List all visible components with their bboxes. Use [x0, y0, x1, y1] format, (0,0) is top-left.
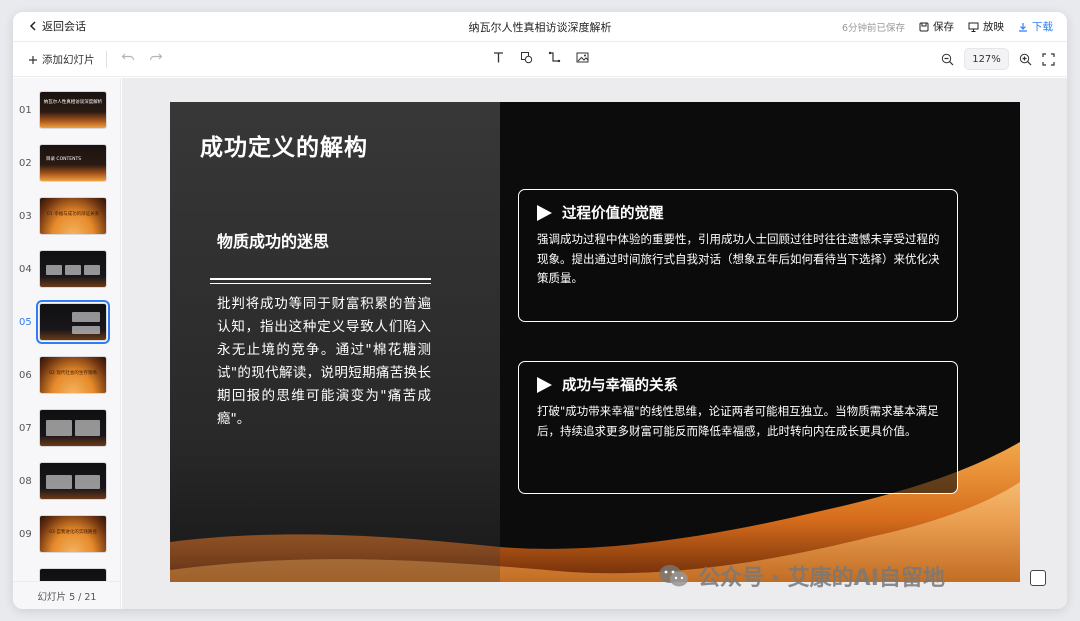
- top-bar: 返回会话 纳瓦尔人性真相访谈深度解析 6分钟前已保存 保存 放映 下载: [13, 12, 1067, 42]
- save-icon: [919, 22, 929, 31]
- download-button[interactable]: 下载: [1018, 19, 1053, 34]
- slide-title[interactable]: 成功定义的解构: [200, 128, 368, 162]
- thumbnail-number: 03: [19, 210, 32, 222]
- thumbnail-preview: 03 自我进化的实践路径: [39, 515, 107, 553]
- text-tool-icon[interactable]: [491, 50, 505, 64]
- thumbnail-preview: 01 幸福与成功的辩证关系: [39, 197, 107, 235]
- slide-thumbnail-06[interactable]: 06 02 现代社会的生存策略: [13, 353, 120, 397]
- shape-tool-icon[interactable]: [519, 50, 533, 64]
- thumbnail-number: 07: [19, 422, 32, 434]
- undo-icon[interactable]: [121, 50, 135, 64]
- thumbnail-preview: [39, 462, 107, 500]
- thumbnail-number: 04: [19, 263, 32, 275]
- wechat-icon: [659, 565, 688, 587]
- slide-page-indicator: 幻灯片 5 / 21: [13, 581, 120, 609]
- redo-icon[interactable]: [149, 50, 163, 64]
- image-tool-icon[interactable]: [575, 50, 589, 64]
- add-slide-button[interactable]: 添加幻灯片: [28, 52, 95, 67]
- card-title: 成功与幸福的关系: [562, 378, 678, 394]
- thumbnail-preview: [39, 409, 107, 447]
- connector-tool-icon[interactable]: [547, 50, 561, 64]
- notes-icon[interactable]: [1030, 570, 1046, 586]
- thumbnail-number: 06: [19, 369, 32, 381]
- zoom-level[interactable]: 127%: [964, 48, 1009, 70]
- slide-thumbnail-01[interactable]: 01 纳瓦尔人性真相访谈深度解析: [13, 88, 120, 132]
- content-card-2[interactable]: 成功与幸福的关系 打破"成功带来幸福"的线性思维，论证两者可能相互独立。当物质需…: [518, 361, 958, 494]
- thumbnail-caption: 纳瓦尔人性真相访谈深度解析: [43, 100, 103, 105]
- card-body: 强调成功过程中体验的重要性，引用成功人士回顾过往时往往遗憾未享受过程的现象。提出…: [537, 232, 940, 285]
- plus-icon: [29, 55, 37, 64]
- thumbnail-preview: [36, 300, 110, 344]
- watermark: 公众号 · 艾康的AI自留地: [658, 560, 945, 592]
- slide-thumbnail-03[interactable]: 03 01 幸福与成功的辩证关系: [13, 194, 120, 238]
- left-body-text[interactable]: 批判将成功等同于财富积累的普遍认知，指出这种定义导致人们陷入永无止境的竞争。通过…: [217, 293, 431, 431]
- thumbnail-number: 09: [19, 528, 32, 540]
- watermark-text: 公众号 · 艾康的AI自留地: [698, 566, 945, 591]
- divider-line: [210, 278, 431, 284]
- zoom-in-icon[interactable]: [1019, 53, 1032, 66]
- content-card-1[interactable]: 过程价值的觉醒 强调成功过程中体验的重要性，引用成功人士回顾过往时往往遗憾未享受…: [518, 189, 958, 322]
- thumbnail-preview: 02 现代社会的生存策略: [39, 356, 107, 394]
- thumbnail-caption: 目录 CONTENTS: [46, 157, 82, 162]
- thumbnail-number: 02: [19, 157, 32, 169]
- present-label: 放映: [983, 21, 1004, 33]
- thumbnail-number: 08: [19, 475, 32, 487]
- saved-status: 6分钟前已保存: [841, 22, 905, 34]
- slide-thumbnail-08[interactable]: 08: [13, 459, 120, 503]
- slide-canvas: 成功定义的解构 物质成功的迷思 批判将成功等同于财富积累的普遍认知，指出这种定义…: [122, 78, 1067, 609]
- download-label: 下载: [1032, 21, 1053, 33]
- editor-toolbar: 添加幻灯片 127%: [13, 42, 1067, 77]
- card-title: 过程价值的觉醒: [562, 206, 664, 222]
- add-slide-label: 添加幻灯片: [42, 54, 95, 66]
- thumbnail-preview: [39, 250, 107, 288]
- save-button[interactable]: 保存: [919, 19, 954, 34]
- present-button[interactable]: 放映: [968, 19, 1004, 34]
- thumbnail-number: 01: [19, 104, 32, 116]
- current-slide[interactable]: 成功定义的解构 物质成功的迷思 批判将成功等同于财富积累的普遍认知，指出这种定义…: [170, 102, 1020, 582]
- toolbar-divider: [106, 51, 107, 68]
- slide-thumbnail-07[interactable]: 07: [13, 406, 120, 450]
- slide-thumbnail-04[interactable]: 04: [13, 247, 120, 291]
- left-heading[interactable]: 物质成功的迷思: [217, 228, 329, 252]
- fullscreen-icon[interactable]: [1042, 52, 1055, 66]
- zoom-out-icon[interactable]: [941, 53, 954, 66]
- slide-thumbnail-09[interactable]: 09 03 自我进化的实践路径: [13, 512, 120, 556]
- thumbnail-preview: 纳瓦尔人性真相访谈深度解析: [39, 91, 107, 129]
- slide-thumbnail-panel: 01 纳瓦尔人性真相访谈深度解析 02 目录 CONTENTS 03 01 幸福…: [13, 78, 121, 609]
- play-triangle-icon: [537, 376, 552, 393]
- card-body: 打破"成功带来幸福"的线性思维，论证两者可能相互独立。当物质需求基本满足后，持续…: [537, 404, 939, 438]
- save-label: 保存: [933, 21, 954, 33]
- thumbnail-caption: 02 现代社会的生存策略: [49, 371, 97, 377]
- thumbnail-caption: 03 自我进化的实践路径: [49, 530, 97, 536]
- slide-thumbnail-02[interactable]: 02 目录 CONTENTS: [13, 141, 120, 185]
- app-window: 返回会话 纳瓦尔人性真相访谈深度解析 6分钟前已保存 保存 放映 下载 添加幻灯…: [13, 12, 1067, 609]
- thumbnail-preview: 目录 CONTENTS: [39, 144, 107, 182]
- play-triangle-icon: [537, 204, 552, 221]
- presentation-icon: [968, 22, 979, 32]
- thumbnail-number: 05: [19, 316, 32, 328]
- slide-thumbnail-05[interactable]: 05: [13, 300, 120, 344]
- thumbnail-caption: 01 幸福与成功的辩证关系: [46, 212, 100, 218]
- download-icon: [1019, 22, 1027, 32]
